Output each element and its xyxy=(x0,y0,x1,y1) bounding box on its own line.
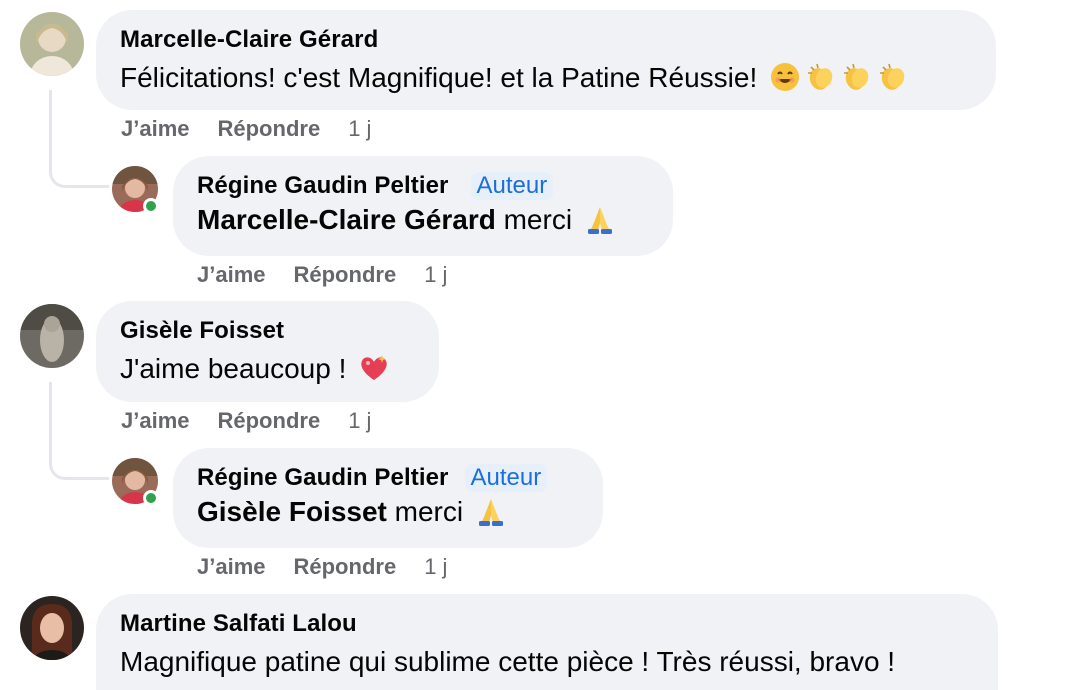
avatar[interactable] xyxy=(20,12,84,76)
comment-bubble: Marcelle-Claire Gérard Félicitations! c'… xyxy=(96,10,996,110)
clapping-hands-icon xyxy=(805,61,837,93)
reply-button[interactable]: Répondre xyxy=(218,408,321,434)
reply-text: Marcelle-Claire Gérard merci xyxy=(197,202,649,238)
like-button[interactable]: J’aime xyxy=(121,408,190,434)
reply-button[interactable]: Répondre xyxy=(218,116,321,142)
reply-button[interactable]: Répondre xyxy=(294,262,397,288)
comment-author[interactable]: Gisèle Foisset xyxy=(120,317,284,345)
reply-actions: J’aime Répondre 1 j xyxy=(197,554,475,580)
comment-bubble: Gisèle Foisset J'aime beaucoup ! xyxy=(96,301,439,402)
avatar[interactable] xyxy=(20,596,84,660)
smiling-face-icon xyxy=(769,61,801,93)
reply-actions: J’aime Répondre 1 j xyxy=(197,262,475,288)
author-badge: Auteur xyxy=(464,464,548,492)
comment-actions: J’aime Répondre 1 j xyxy=(121,116,399,142)
mention-link[interactable]: Gisèle Foisset xyxy=(197,496,387,527)
like-button[interactable]: J’aime xyxy=(121,116,190,142)
comment-author[interactable]: Martine Salfati Lalou xyxy=(120,610,357,638)
comment-bubble: Martine Salfati Lalou Magnifique patine … xyxy=(96,594,998,690)
reply-bubble: Régine Gaudin Peltier Auteur Gisèle Foiss… xyxy=(173,448,603,548)
online-status-icon xyxy=(143,198,159,214)
folded-hands-icon xyxy=(475,495,507,527)
reply-bubble: Régine Gaudin Peltier Auteur Marcelle-Cla… xyxy=(173,156,673,256)
clapping-hands-icon xyxy=(877,61,909,93)
timestamp[interactable]: 1 j xyxy=(348,116,371,142)
like-button[interactable]: J’aime xyxy=(197,554,266,580)
timestamp[interactable]: 1 j xyxy=(348,408,371,434)
online-status-icon xyxy=(143,490,159,506)
avatar[interactable] xyxy=(20,304,84,368)
reply-button[interactable]: Répondre xyxy=(294,554,397,580)
thread-connector xyxy=(49,90,109,188)
comment-actions: J’aime Répondre 1 j xyxy=(121,408,399,434)
timestamp[interactable]: 1 j xyxy=(424,262,447,288)
sparkling-heart-icon xyxy=(358,352,390,384)
reply-body: merci xyxy=(495,204,573,235)
reply-body: merci xyxy=(386,496,464,527)
comment-author[interactable]: Marcelle-Claire Gérard xyxy=(120,26,378,54)
timestamp[interactable]: 1 j xyxy=(424,554,447,580)
reply-author[interactable]: Régine Gaudin Peltier xyxy=(197,464,449,492)
comment-text: J'aime beaucoup ! xyxy=(120,351,415,387)
reply-text: Gisèle Foisset merci xyxy=(197,494,579,530)
author-badge: Auteur xyxy=(470,172,554,200)
clapping-hands-icon xyxy=(841,61,873,93)
folded-hands-icon xyxy=(584,203,616,235)
comment-body: J'aime beaucoup ! xyxy=(120,353,347,384)
comment-body: Félicitations! c'est Magnifique! et la P… xyxy=(120,62,758,93)
comment-text: Félicitations! c'est Magnifique! et la P… xyxy=(120,60,972,96)
like-button[interactable]: J’aime xyxy=(197,262,266,288)
reply-author[interactable]: Régine Gaudin Peltier xyxy=(197,172,449,200)
comment-text: Magnifique patine qui sublime cette pièc… xyxy=(120,646,896,677)
mention-link[interactable]: Marcelle-Claire Gérard xyxy=(197,204,496,235)
comment-thread: Marcelle-Claire Gérard Félicitations! c'… xyxy=(0,0,1068,690)
thread-connector xyxy=(49,382,109,480)
